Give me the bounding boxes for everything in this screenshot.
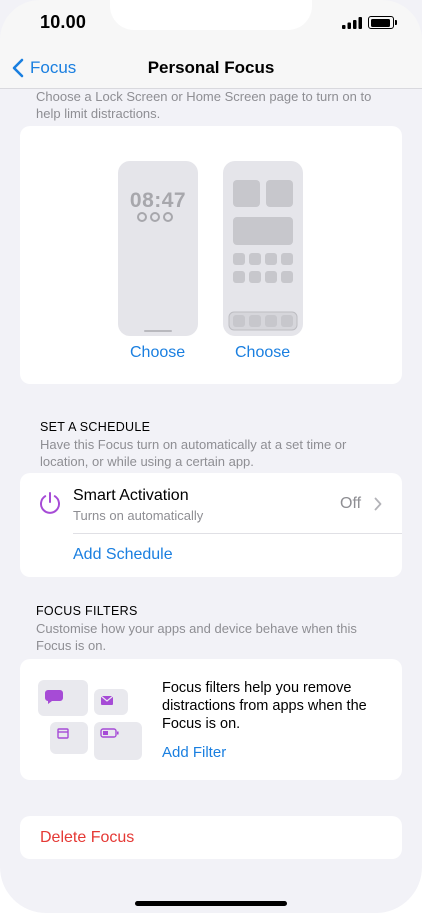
add-schedule-button[interactable]: Add Schedule bbox=[73, 546, 173, 564]
filters-section-header: FOCUS FILTERS bbox=[36, 604, 138, 618]
device-notch bbox=[110, 0, 312, 30]
add-filter-button[interactable]: Add Filter bbox=[162, 744, 226, 761]
filters-illustration-icon bbox=[38, 680, 142, 760]
lock-screen-time: 08:47 bbox=[129, 189, 187, 212]
filters-section-subtitle: Customise how your apps and device behav… bbox=[36, 621, 357, 653]
home-screen-grid-icon bbox=[228, 180, 298, 331]
battery-icon bbox=[368, 16, 397, 29]
delete-focus-label: Delete Focus bbox=[40, 829, 135, 846]
smart-activation-subtitle: Turns on automatically bbox=[73, 508, 204, 523]
signal-icon bbox=[342, 17, 362, 29]
schedule-section-header: SET A SCHEDULE bbox=[40, 420, 151, 434]
status-time: 10.00 bbox=[40, 12, 87, 32]
smart-activation-row[interactable]: Smart Activation Turns on automatically … bbox=[20, 473, 402, 533]
lock-widgets-icon bbox=[137, 212, 173, 222]
schedule-section-subtitle: Have this Focus turn on automatically at… bbox=[40, 437, 347, 469]
smart-activation-title: Smart Activation bbox=[73, 487, 189, 504]
power-icon bbox=[40, 492, 60, 514]
schedule-card: Smart Activation Turns on automatically … bbox=[20, 473, 402, 577]
lock-screen-preview[interactable]: 08:47 bbox=[118, 161, 198, 336]
choose-home-screen-button[interactable]: Choose bbox=[235, 344, 290, 362]
screens-card: 08:47 Choose Choose bbox=[20, 126, 402, 384]
delete-focus-button[interactable]: Delete Focus bbox=[20, 816, 402, 859]
smart-activation-value: Off bbox=[340, 495, 362, 512]
chevron-right-icon bbox=[374, 497, 382, 511]
phone-screen: 10.00 Focus Personal Focus Choose a Lock… bbox=[0, 0, 422, 913]
page-title: Personal Focus bbox=[147, 58, 275, 77]
row-divider bbox=[73, 533, 402, 534]
lock-homebar bbox=[144, 330, 172, 332]
filters-body-text: Focus filters help you remove distractio… bbox=[162, 680, 367, 732]
choose-lock-screen-button[interactable]: Choose bbox=[130, 344, 185, 362]
filters-card: Focus filters help you remove distractio… bbox=[20, 659, 402, 780]
home-indicator[interactable] bbox=[135, 901, 287, 906]
screens-description: Choose a Lock Screen or Home Screen page… bbox=[36, 89, 372, 121]
home-screen-preview[interactable] bbox=[223, 161, 303, 336]
